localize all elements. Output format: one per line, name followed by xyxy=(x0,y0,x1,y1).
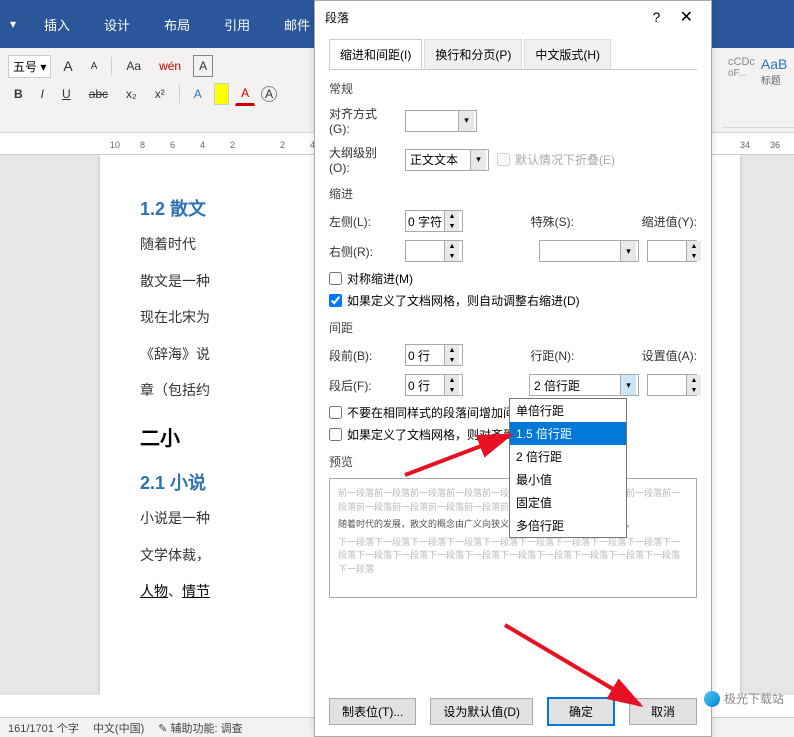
spin-down-icon[interactable]: ▼ xyxy=(687,385,701,395)
superscript-button[interactable]: x² xyxy=(149,83,171,105)
language[interactable]: 中文(中国) xyxy=(93,720,144,736)
font-size-combo[interactable]: 五号 ▾ xyxy=(8,55,51,78)
tab-references[interactable]: 引用 xyxy=(214,9,260,40)
right-indent-label: 右侧(R): xyxy=(329,243,397,260)
spin-down-icon[interactable]: ▼ xyxy=(445,221,459,231)
line-spacing-label: 行距(N): xyxy=(530,347,574,364)
watermark-logo-icon xyxy=(704,691,720,707)
tab-stops-button[interactable]: 制表位(T)... xyxy=(329,698,416,725)
tab-layout[interactable]: 布局 xyxy=(154,9,200,40)
dropdown-item-atleast[interactable]: 最小值 xyxy=(510,468,626,491)
dropdown-item-single[interactable]: 单倍行距 xyxy=(510,399,626,422)
phonetic-guide-button[interactable]: wén xyxy=(153,55,187,77)
change-case-button[interactable]: Aa xyxy=(120,55,147,77)
space-after-spinner[interactable]: ▲▼ xyxy=(405,374,463,396)
dialog-tabs: 缩进和间距(I) 换行和分页(P) 中文版式(H) xyxy=(329,39,697,70)
highlight-button[interactable] xyxy=(214,83,229,105)
dropdown-item-1-5[interactable]: 1.5 倍行距 xyxy=(510,422,626,445)
spin-down-icon[interactable]: ▼ xyxy=(687,251,701,261)
qat-dropdown-icon[interactable]: ▾ xyxy=(6,15,20,33)
text-effects-button[interactable]: A xyxy=(188,83,208,105)
chevron-down-icon[interactable]: ▾ xyxy=(470,150,486,170)
chevron-down-icon[interactable]: ▾ xyxy=(458,111,474,131)
space-before-label: 段前(B): xyxy=(329,347,397,364)
spin-up-icon[interactable]: ▲ xyxy=(687,375,701,385)
set-default-button[interactable]: 设为默认值(D) xyxy=(430,698,533,725)
watermark: 极光下载站 xyxy=(704,690,784,707)
chevron-down-icon[interactable]: ▾ xyxy=(620,241,636,261)
spin-up-icon[interactable]: ▲ xyxy=(445,211,459,221)
spin-up-icon[interactable]: ▲ xyxy=(687,241,701,251)
auto-adjust-checkbox[interactable]: 如果定义了文档网格，则自动调整右缩进(D) xyxy=(329,292,697,309)
dropdown-item-multiple[interactable]: 多倍行距 xyxy=(510,514,626,537)
bold-button[interactable]: B xyxy=(8,83,29,105)
alignment-label: 对齐方式(G): xyxy=(329,105,397,136)
section-indent: 缩进 xyxy=(329,185,697,202)
tab-indent-spacing[interactable]: 缩进和间距(I) xyxy=(329,39,422,69)
outline-combo[interactable]: 正文文本▾ xyxy=(405,149,489,171)
outline-label: 大纲级别(O): xyxy=(329,144,397,175)
alignment-combo[interactable]: ▾ xyxy=(405,110,477,132)
help-button[interactable]: ? xyxy=(644,7,668,27)
spin-up-icon[interactable]: ▲ xyxy=(445,345,459,355)
close-button[interactable]: ✕ xyxy=(672,7,701,28)
style-normal[interactable]: cCDc oF... xyxy=(728,56,755,87)
dialog-titlebar: 段落 ? ✕ xyxy=(315,1,711,33)
spin-up-icon[interactable]: ▲ xyxy=(445,241,459,251)
styles-gallery[interactable]: cCDc oF... AaB 标题 xyxy=(722,48,794,128)
space-before-spinner[interactable]: ▲▼ xyxy=(405,344,463,366)
line-spacing-combo[interactable]: 2 倍行距▾ xyxy=(529,374,639,396)
section-general: 常规 xyxy=(329,80,697,97)
ok-button[interactable]: 确定 xyxy=(547,697,615,726)
dropdown-item-exactly[interactable]: 固定值 xyxy=(510,491,626,514)
right-indent-spinner[interactable]: ▲▼ xyxy=(405,240,463,262)
section-spacing: 间距 xyxy=(329,319,697,336)
char-border-button[interactable]: A xyxy=(193,55,213,77)
by-value-label: 缩进值(Y): xyxy=(642,213,697,230)
left-indent-label: 左侧(L): xyxy=(329,213,397,230)
shrink-font-button[interactable]: A xyxy=(85,57,104,76)
accessibility[interactable]: ✎ 辅助功能: 调查 xyxy=(158,720,242,736)
underline-button[interactable]: U xyxy=(56,83,77,105)
tab-asian-typography[interactable]: 中文版式(H) xyxy=(524,39,611,69)
by-value-spinner[interactable]: ▲▼ xyxy=(647,240,697,262)
collapse-checkbox[interactable]: 默认情况下折叠(E) xyxy=(497,151,615,168)
grow-font-button[interactable]: A xyxy=(57,54,78,78)
special-combo[interactable]: ▾ xyxy=(539,240,639,262)
enclose-char-button[interactable]: A xyxy=(261,86,277,102)
line-spacing-dropdown-list: 单倍行距 1.5 倍行距 2 倍行距 最小值 固定值 多倍行距 xyxy=(509,398,627,538)
tab-line-page-breaks[interactable]: 换行和分页(P) xyxy=(424,39,522,69)
space-after-label: 段后(F): xyxy=(329,377,397,394)
set-value-spinner[interactable]: ▲▼ xyxy=(647,374,697,396)
italic-button[interactable]: I xyxy=(35,83,50,105)
tab-insert[interactable]: 插入 xyxy=(34,9,80,40)
page-count[interactable]: 161/1701 个字 xyxy=(8,720,79,736)
spin-down-icon[interactable]: ▼ xyxy=(445,251,459,261)
spin-down-icon[interactable]: ▼ xyxy=(445,355,459,365)
spin-up-icon[interactable]: ▲ xyxy=(445,375,459,385)
font-color-button[interactable]: A xyxy=(235,82,255,106)
cancel-button[interactable]: 取消 xyxy=(629,698,697,725)
tab-design[interactable]: 设计 xyxy=(94,9,140,40)
paragraph-dialog: 段落 ? ✕ 缩进和间距(I) 换行和分页(P) 中文版式(H) 常规 对齐方式… xyxy=(314,0,712,737)
spin-down-icon[interactable]: ▼ xyxy=(445,385,459,395)
left-indent-spinner[interactable]: ▲▼ xyxy=(405,210,463,232)
strike-button[interactable]: abc xyxy=(83,83,114,105)
style-heading[interactable]: AaB 标题 xyxy=(761,56,787,87)
dialog-title: 段落 xyxy=(325,9,349,26)
subscript-button[interactable]: x₂ xyxy=(120,83,143,105)
set-value-label: 设置值(A): xyxy=(642,347,697,364)
chevron-down-icon[interactable]: ▾ xyxy=(620,375,636,395)
special-label: 特殊(S): xyxy=(531,213,574,230)
mirror-indent-checkbox[interactable]: 对称缩进(M) xyxy=(329,270,697,287)
dropdown-item-double[interactable]: 2 倍行距 xyxy=(510,445,626,468)
